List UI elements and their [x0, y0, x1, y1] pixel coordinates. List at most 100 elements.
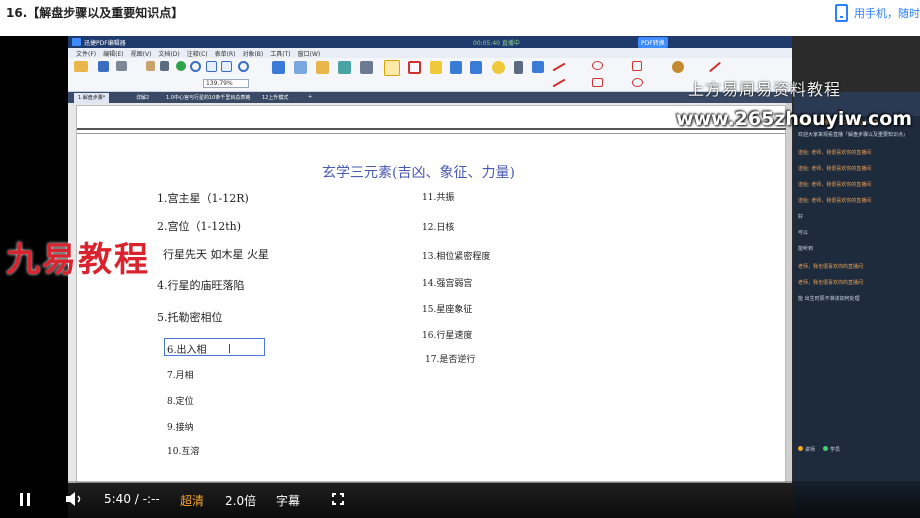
edit-content-icon[interactable]	[272, 61, 285, 74]
menu-comment[interactable]: 注释(C)	[187, 49, 208, 58]
tab-table[interactable]: 1.0中心宫与行星的10条千里目总表格	[162, 93, 254, 103]
mobile-view-link-label: 用手机，随时	[854, 7, 920, 20]
right-item-17: 17.是否逆行	[425, 355, 476, 365]
watermark-brand: 九易教程	[6, 240, 150, 280]
open-folder-icon[interactable]	[74, 61, 88, 72]
document-scrollbar[interactable]	[786, 103, 792, 483]
left-item-9: 9.接纳	[167, 423, 194, 433]
quality-button[interactable]: 超清	[180, 492, 204, 509]
menu-window[interactable]: 窗口(W)	[298, 49, 321, 58]
typewriter-icon[interactable]	[360, 61, 373, 74]
chat-message: 送给: 老师，我很喜欢你的直播间	[798, 150, 872, 156]
right-item-11: 11.共振	[422, 193, 455, 203]
edit-form-icon[interactable]	[316, 61, 329, 74]
print-icon[interactable]	[116, 61, 127, 71]
menu-document[interactable]: 文档(D)	[158, 49, 179, 58]
recording-status: 00:05:40 直播中	[473, 40, 520, 47]
stamp-icon[interactable]	[672, 61, 684, 73]
chat-message: 送给: 老师，我很喜欢你的直播间	[798, 198, 872, 204]
chat-message: 能听到	[798, 246, 814, 252]
chat-legend: 讲师 学员	[798, 446, 840, 453]
lesson-title: 16.【解盘步骤以及重要知识点】	[6, 6, 184, 20]
video-player[interactable]: 迅捷PDF编辑器 00:05:40 直播中 PDF转换 文件(F) 编辑(E) …	[0, 36, 920, 518]
callout-icon[interactable]	[408, 61, 421, 74]
zoom-in-icon[interactable]	[190, 61, 201, 72]
select-tool-icon[interactable]	[160, 61, 169, 71]
hand-tool-icon[interactable]	[146, 61, 155, 71]
attach-icon[interactable]	[514, 61, 523, 74]
phone-icon	[835, 4, 848, 22]
zoom-level-field[interactable]: 139.79%	[203, 79, 249, 88]
chat-message: 可以	[798, 230, 809, 236]
text-box-icon[interactable]	[384, 60, 400, 76]
chat-message: 老师，我也很喜欢你的直播间	[798, 264, 864, 270]
left-item-3: 行星先天 如木星 火星	[163, 248, 269, 261]
pdf-page: 玄学三元素(吉凶、象征、力量) 1.宫主星（1-12R) 2.宫位（1-12th…	[76, 105, 787, 483]
menu-view[interactable]: 视图(V)	[131, 49, 152, 58]
app-logo-icon	[72, 38, 81, 46]
save-icon[interactable]	[98, 61, 109, 72]
chat-message: 欢迎大家来观看直播『解盘步骤以及重要知识点』	[798, 132, 909, 138]
line-tool-icon[interactable]	[552, 62, 566, 72]
ellipse-tool-icon[interactable]	[592, 61, 603, 70]
text-edit-box[interactable]	[164, 338, 265, 356]
link-icon[interactable]	[338, 61, 351, 74]
menu-file[interactable]: 文件(F)	[76, 49, 96, 58]
note-icon[interactable]	[492, 61, 505, 74]
sound-icon[interactable]	[532, 61, 544, 73]
chat-message: 老师，我也很喜欢你的直播间	[798, 280, 864, 286]
left-item-2: 2.宫位（1-12th)	[157, 220, 242, 233]
tab-solve-steps[interactable]: 1.解盘步骤*	[74, 93, 110, 103]
arrow-tool-icon[interactable]	[552, 78, 566, 88]
app-toolbar: 139.79%	[68, 58, 792, 92]
volume-icon[interactable]	[66, 492, 84, 506]
menu-form[interactable]: 表单(R)	[215, 49, 236, 58]
tab-ascendant[interactable]: 12上升模式	[258, 93, 292, 103]
left-item-1: 1.宫主星（1-12R)	[157, 192, 249, 205]
left-item-7: 7.月相	[167, 371, 194, 381]
page-header-rule-thin	[77, 133, 787, 134]
underline-icon[interactable]	[470, 61, 482, 74]
live-chat-panel: 欢迎进入直播间：第三期占星小课堂 欢迎大家来观看直播『解盘步骤以及重要知识点』 …	[794, 92, 920, 518]
app-menubar: 文件(F) 编辑(E) 视图(V) 文档(D) 注释(C) 表单(R) 对象(B…	[68, 48, 792, 58]
chat-message: 能 出生时辰不准该如何处理	[798, 296, 860, 302]
fullscreen-icon[interactable]	[332, 493, 344, 505]
strikeout-icon[interactable]	[450, 61, 462, 74]
highlight-icon[interactable]	[430, 61, 442, 74]
left-item-10: 10.互溶	[167, 447, 200, 457]
right-item-16: 16.行星速度	[422, 331, 473, 341]
chat-message: 送给: 老师，我很喜欢你的直播间	[798, 166, 872, 172]
menu-edit[interactable]: 编辑(E)	[103, 49, 123, 58]
add-text-icon[interactable]	[294, 61, 307, 74]
chat-legend-student: 学员	[823, 446, 840, 453]
chat-legend-teacher: 讲师	[798, 446, 815, 453]
menu-object[interactable]: 对象(B)	[242, 49, 263, 58]
subtitle-button[interactable]: 字幕	[276, 492, 300, 509]
document-tabs: 1.解盘步骤* 详解2 1.0中心宫与行星的10条千里目总表格 12上升模式 +	[68, 92, 792, 103]
player-controls: 5:40 / -:-- 超清 2.0倍 字幕	[0, 481, 920, 518]
fit-page-icon[interactable]	[206, 61, 217, 72]
mobile-view-link[interactable]: 用手机，随时	[835, 4, 920, 22]
tab-add-icon[interactable]: +	[304, 93, 316, 103]
right-item-15: 15.星座象征	[422, 305, 473, 315]
pause-icon[interactable]	[20, 493, 32, 506]
watermark-site-url: www.265zhouyiw.com	[676, 108, 913, 130]
left-item-4: 4.行星的庙旺落陷	[157, 279, 245, 292]
zoom-out-icon[interactable]	[238, 61, 249, 72]
fit-width-icon[interactable]	[221, 61, 232, 72]
document-workspace: 玄学三元素(吉凶、象征、力量) 1.宫主星（1-12R) 2.宫位（1-12th…	[68, 103, 792, 483]
pdf-convert-button[interactable]: PDF转换	[638, 37, 668, 48]
menu-tools[interactable]: 工具(T)	[270, 49, 290, 58]
watermark-site-name: 上方易周易资料教程	[688, 80, 842, 99]
speed-button[interactable]: 2.0倍	[225, 492, 256, 509]
tab-detail-2[interactable]: 详解2	[132, 93, 153, 103]
app-title: 迅捷PDF编辑器	[84, 40, 126, 47]
pencil-icon[interactable]	[708, 61, 722, 73]
polygon-tool-icon[interactable]	[632, 61, 642, 71]
snapshot-icon[interactable]	[176, 61, 186, 71]
right-item-12: 12.日核	[422, 223, 455, 233]
left-item-8: 8.定位	[167, 397, 194, 407]
rectangle-tool-icon[interactable]	[592, 78, 603, 87]
cloud-tool-icon[interactable]	[632, 78, 643, 87]
chat-message: 送给: 老师，我很喜欢你的直播间	[798, 182, 872, 188]
